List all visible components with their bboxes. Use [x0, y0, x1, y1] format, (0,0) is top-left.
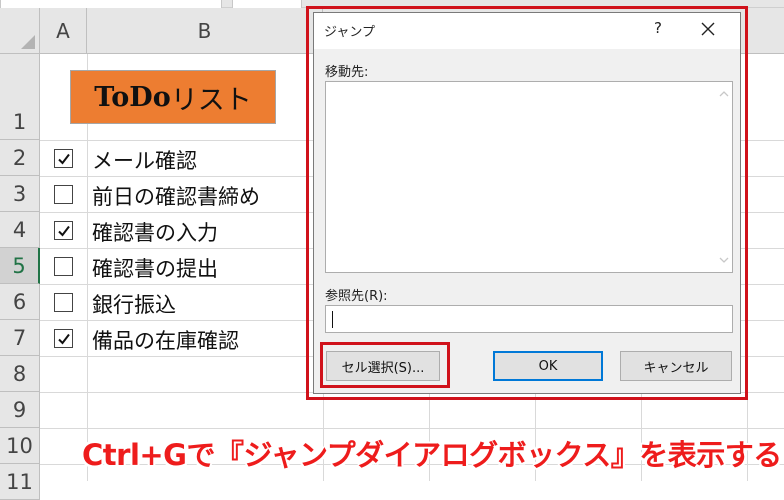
- gridline: [40, 428, 784, 429]
- dialog-titlebar: ジャンプ ?: [314, 13, 740, 49]
- task-label: 確認書の入力: [92, 221, 218, 245]
- reference-input[interactable]: [325, 305, 733, 333]
- task-label: 銀行振込: [92, 293, 176, 317]
- task-checkbox[interactable]: [54, 149, 73, 168]
- close-icon[interactable]: [700, 21, 716, 37]
- cancel-button[interactable]: キャンセル: [620, 351, 732, 381]
- help-button[interactable]: ?: [648, 19, 668, 37]
- row-header-2[interactable]: 2: [0, 140, 40, 176]
- row-header-7[interactable]: 7: [0, 320, 40, 356]
- checkmark-icon: [57, 153, 70, 165]
- task-checkbox[interactable]: [54, 257, 73, 276]
- scroll-up-icon[interactable]: [718, 88, 730, 100]
- checkmark-icon: [57, 333, 70, 345]
- task-label: 確認書の提出: [92, 257, 218, 281]
- task-checkbox[interactable]: [54, 329, 73, 348]
- row-header-11[interactable]: 11: [0, 464, 40, 500]
- scroll-down-icon[interactable]: [718, 254, 730, 266]
- todo-title-rest: リスト: [170, 84, 252, 116]
- formula-bar-edge: [0, 0, 222, 8]
- reference-label: 参照先(R):: [325, 289, 388, 304]
- task-checkbox[interactable]: [54, 221, 73, 240]
- ok-button[interactable]: OK: [493, 351, 603, 381]
- dialog-title: ジャンプ: [324, 25, 375, 40]
- row-header-10[interactable]: 10: [0, 428, 40, 464]
- task-checkbox[interactable]: [54, 185, 73, 204]
- task-label: メール確認: [92, 149, 197, 173]
- row-header-9[interactable]: 9: [0, 392, 40, 428]
- goto-dialog: ジャンプ ? 移動先: 参照先(R): セル選択(S)... OK キャンセル: [313, 12, 741, 394]
- task-checkbox[interactable]: [54, 293, 73, 312]
- text-caret: [332, 311, 333, 328]
- task-label: 前日の確認書締め: [92, 185, 260, 209]
- special-button-highlight: [320, 342, 450, 388]
- row-header-6[interactable]: 6: [0, 284, 40, 320]
- caption: Ctrl+Gで『ジャンプダイアログボックス』を表示する: [82, 438, 782, 472]
- goto-listbox[interactable]: [325, 81, 733, 273]
- column-header-a[interactable]: A: [40, 8, 87, 54]
- row-header-5[interactable]: 5: [0, 248, 40, 284]
- task-label: 備品の在庫確認: [92, 329, 239, 353]
- select-all-button[interactable]: [0, 8, 40, 54]
- select-all-icon: [21, 35, 35, 49]
- row-header-8[interactable]: 8: [0, 356, 40, 392]
- goto-label: 移動先:: [325, 65, 369, 80]
- formula-bar-edge: [232, 0, 302, 8]
- todo-title-bold: ToDo: [94, 81, 171, 113]
- checkmark-icon: [57, 225, 70, 237]
- todo-title: ToDo リスト: [70, 70, 276, 124]
- row-header-3[interactable]: 3: [0, 176, 40, 212]
- column-header-b[interactable]: B: [87, 8, 323, 54]
- row-header-4[interactable]: 4: [0, 212, 40, 248]
- row-header-1[interactable]: 1: [0, 54, 40, 140]
